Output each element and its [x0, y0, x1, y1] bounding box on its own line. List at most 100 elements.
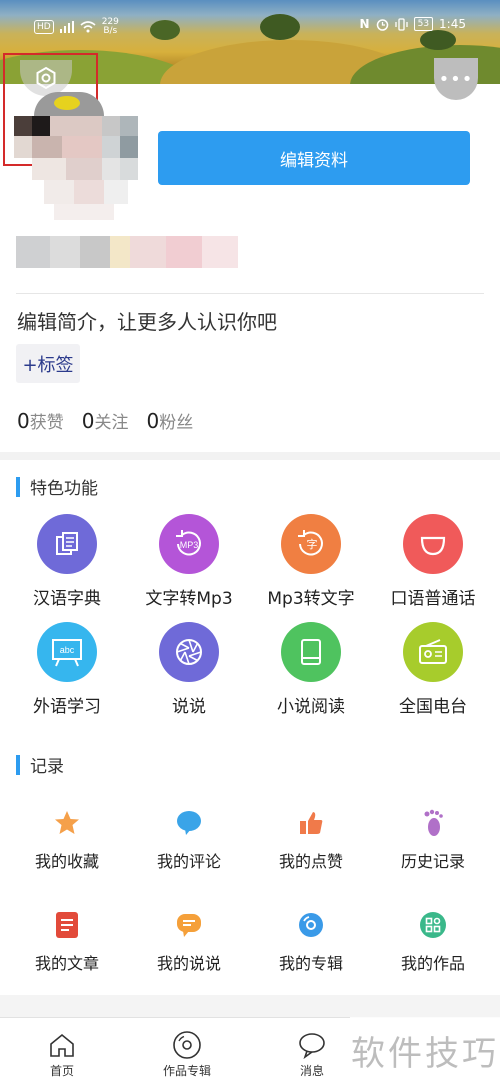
tab-label: 首页: [49, 1064, 74, 1078]
record-works[interactable]: 我的作品: [373, 908, 493, 974]
name-pixel: [50, 236, 80, 268]
footprint-icon: [373, 806, 493, 840]
abc-icon-text: abc: [60, 645, 75, 655]
section-accent-bar: [16, 476, 20, 497]
avatar[interactable]: [14, 92, 146, 222]
avatar-pixel: [120, 116, 138, 136]
record-articles[interactable]: 我的文章: [7, 908, 127, 974]
section-separator: [0, 995, 500, 1017]
avatar-pixel: [14, 136, 32, 158]
records-title-text: 记录: [30, 757, 64, 777]
feature-talk[interactable]: 说说: [129, 622, 249, 717]
feature-dictionary[interactable]: 汉语字典: [7, 514, 127, 609]
clock-time: 1:45: [439, 17, 466, 31]
section-separator: [0, 452, 500, 460]
avatar-pixel: [102, 116, 120, 136]
thumbs-up-icon: [251, 806, 371, 840]
stat-label: 关注: [94, 413, 129, 433]
chat-icon: [129, 908, 249, 942]
network-speed-unit: B/s: [103, 26, 118, 36]
stat-label: 获赞: [29, 413, 64, 433]
stat-followers[interactable]: 0粉丝: [146, 408, 193, 433]
feature-label: 全国电台: [399, 697, 467, 717]
works-icon: [373, 908, 493, 942]
record-comments[interactable]: 我的评论: [129, 806, 249, 872]
star-icon: [7, 806, 127, 840]
feature-label: 小说阅读: [277, 697, 345, 717]
char-icon-text: 字: [307, 537, 318, 551]
record-albums[interactable]: 我的专辑: [251, 908, 371, 974]
home-icon: [12, 1028, 112, 1062]
alarm-icon: [376, 18, 388, 31]
name-pixel: [130, 236, 166, 268]
battery-icon: 53: [413, 17, 434, 31]
username-blurred: [16, 236, 238, 268]
feature-label: 汉语字典: [33, 589, 101, 609]
avatar-pixel: [44, 180, 74, 204]
records-section-title: 记录: [16, 752, 64, 777]
record-talks[interactable]: 我的说说: [129, 908, 249, 974]
stat-likes[interactable]: 0获赞: [17, 408, 64, 433]
avatar-pixel: [102, 136, 120, 158]
avatar-pixel: [54, 96, 80, 110]
section-accent-bar: [16, 754, 20, 775]
record-label: 历史记录: [400, 852, 465, 871]
feature-foreign-language[interactable]: abc 外语学习: [7, 622, 127, 717]
vibrate-icon: [394, 17, 408, 31]
feature-radio[interactable]: 全国电台: [373, 622, 493, 717]
add-tag-button[interactable]: +标签: [16, 344, 80, 383]
record-likes[interactable]: 我的点赞: [251, 806, 371, 872]
feature-text-to-mp3[interactable]: MP3 文字转Mp3: [129, 514, 249, 609]
stats-row: 0获赞 0关注 0粉丝: [17, 408, 193, 433]
avatar-pixel: [66, 158, 102, 180]
message-icon: [262, 1028, 362, 1062]
record-label: 我的专辑: [278, 954, 343, 973]
tab-albums[interactable]: 作品专辑: [137, 1028, 237, 1079]
wifi-icon: [80, 21, 96, 33]
network-speed: 229 B/s: [102, 18, 119, 36]
aperture-icon: [159, 622, 219, 682]
mp3-icon-text: MP3: [180, 540, 199, 550]
name-pixel: [166, 236, 202, 268]
record-label: 我的作品: [400, 954, 465, 973]
stat-following[interactable]: 0关注: [82, 408, 129, 433]
avatar-pixel: [50, 116, 102, 136]
feature-mp3-to-text[interactable]: 字 Mp3转文字: [251, 514, 371, 609]
tab-messages[interactable]: 消息: [262, 1028, 362, 1079]
name-pixel: [80, 236, 110, 268]
name-pixel: [110, 236, 130, 268]
name-pixel: [16, 236, 50, 268]
edit-profile-button[interactable]: 编辑资料: [158, 131, 470, 185]
name-pixel: [202, 236, 238, 268]
bio-prompt[interactable]: 编辑简介，让更多人认识你吧: [17, 306, 277, 335]
more-options-button[interactable]: •••: [434, 58, 478, 100]
stat-label: 粉丝: [159, 413, 194, 433]
record-label: 我的文章: [34, 954, 99, 973]
record-favorites[interactable]: 我的收藏: [7, 806, 127, 872]
tab-home[interactable]: 首页: [12, 1028, 112, 1079]
album-icon: [251, 908, 371, 942]
feature-label: 口语普通话: [390, 589, 476, 609]
book-icon: [281, 622, 341, 682]
avatar-pixel: [32, 136, 62, 158]
article-icon: [7, 908, 127, 942]
avatar-pixel: [32, 158, 66, 180]
avatar-pixel: [74, 180, 104, 204]
record-history[interactable]: 历史记录: [373, 806, 493, 872]
stat-count: 0: [146, 409, 160, 433]
stat-count: 0: [81, 409, 95, 433]
avatar-pixel: [104, 180, 128, 204]
avatar-pixel: [62, 136, 102, 158]
feature-mandarin[interactable]: 口语普通话: [373, 514, 493, 609]
feature-label: 外语学习: [33, 697, 101, 717]
signal-icon: [59, 21, 74, 33]
divider: [16, 293, 484, 294]
mouth-icon: [403, 514, 463, 574]
feature-novel[interactable]: 小说阅读: [251, 622, 371, 717]
record-label: 我的点赞: [278, 852, 343, 871]
mp3-icon: MP3: [159, 514, 219, 574]
feature-label: 说说: [172, 697, 206, 717]
comment-icon: [129, 806, 249, 840]
record-label: 我的说说: [156, 954, 221, 973]
features-section-title: 特色功能: [16, 474, 98, 499]
